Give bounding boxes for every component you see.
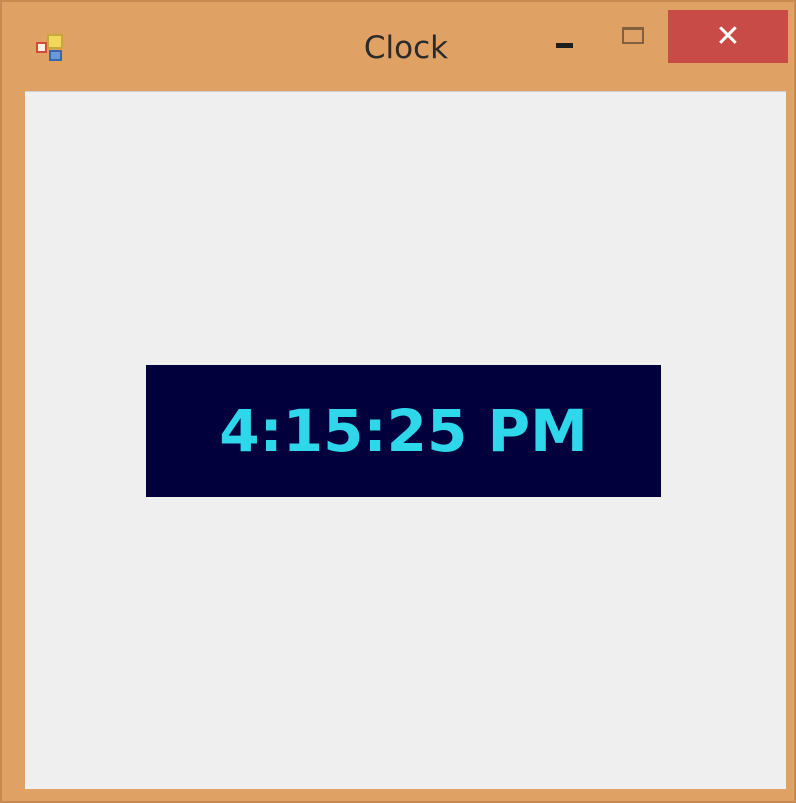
minimize-button[interactable] [540,10,590,63]
close-button[interactable]: ✕ [668,10,788,63]
close-icon: ✕ [715,19,741,54]
clock-window: Clock ✕ 4:15:25 PM [0,0,796,803]
clock-display: 4:15:25 PM [146,365,661,497]
time-label: 4:15:25 PM [219,397,588,465]
title-bar[interactable]: Clock ✕ [2,2,794,88]
maximize-icon [622,27,644,44]
form-client-area: 4:15:25 PM [25,91,786,789]
minimize-icon [556,43,573,48]
maximize-button[interactable] [608,10,658,63]
